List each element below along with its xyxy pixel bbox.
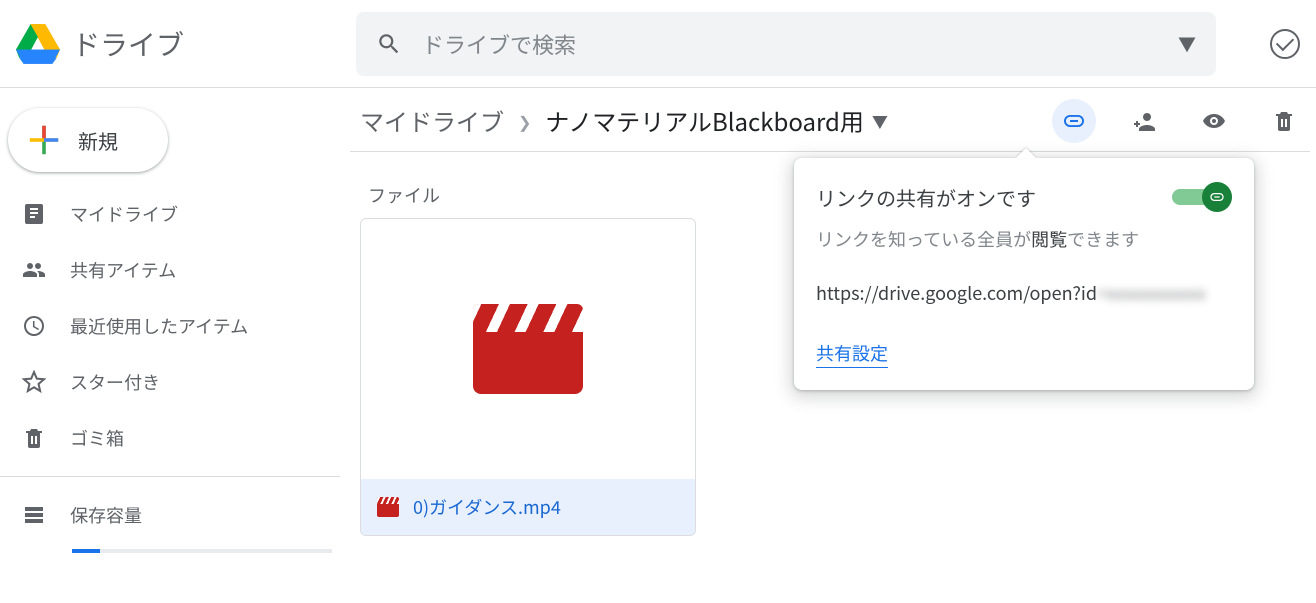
search-icon: [376, 31, 402, 57]
toolbar-actions: [1052, 99, 1306, 143]
popover-title: リンクの共有がオンです: [816, 183, 1036, 212]
share-settings-link[interactable]: 共有設定: [816, 340, 888, 368]
clock-icon: [22, 314, 46, 338]
sidebar-item-label: 最近使用したアイテム: [70, 313, 248, 339]
search-placeholder: ドライブで検索: [422, 28, 1158, 60]
sidebar-item-recent[interactable]: 最近使用したアイテム: [0, 298, 340, 354]
sidebar-item-shared[interactable]: 共有アイテム: [0, 242, 340, 298]
sidebar-item-storage[interactable]: 保存容量: [0, 487, 340, 543]
sidebar-item-starred[interactable]: スター付き: [0, 354, 340, 410]
sidebar-item-label: 保存容量: [70, 502, 142, 528]
link-icon: [1062, 109, 1086, 133]
breadcrumb-current[interactable]: ナノマテリアルBlackboard用 ▼: [545, 103, 887, 138]
link-sharing-popover: リンクの共有がオンです リンクを知っている全員が閲覧できます https://d…: [794, 158, 1254, 390]
sidebar-divider: [0, 476, 340, 477]
sidebar: 新規 マイドライブ 共有アイテム 最近使用したアイテム スター付き: [0, 88, 340, 603]
app-name: ドライブ: [72, 24, 184, 64]
preview-button[interactable]: [1192, 99, 1236, 143]
file-name: 0)ガイダンス.mp4: [413, 494, 561, 520]
trash-icon: [22, 426, 46, 450]
storage-icon: [22, 503, 46, 527]
sidebar-item-label: ゴミ箱: [70, 425, 124, 451]
sidebar-item-label: マイドライブ: [70, 201, 178, 227]
link-icon: [1209, 189, 1225, 205]
drive-logo-icon: [16, 24, 60, 64]
file-footer: 0)ガイダンス.mp4: [361, 479, 695, 535]
file-card[interactable]: 0)ガイダンス.mp4: [360, 218, 696, 536]
share-button[interactable]: [1122, 99, 1166, 143]
delete-button[interactable]: [1262, 99, 1306, 143]
sidebar-item-trash[interactable]: ゴミ箱: [0, 410, 340, 466]
search-options-caret-icon[interactable]: ▼: [1178, 31, 1196, 57]
sidebar-item-mydrive[interactable]: マイドライブ: [0, 186, 340, 242]
link-sharing-toggle[interactable]: [1172, 182, 1232, 212]
star-icon: [22, 370, 46, 394]
content-area: マイドライブ ❯ ナノマテリアルBlackboard用 ▼: [340, 88, 1316, 603]
person-add-icon: [1132, 109, 1156, 133]
shared-icon: [22, 258, 46, 282]
breadcrumb-label: ナノマテリアルBlackboard用: [545, 103, 863, 138]
caret-down-icon: ▼: [872, 109, 888, 133]
sidebar-item-label: 共有アイテム: [70, 257, 176, 283]
share-url[interactable]: https://drive.google.com/open?id=xxxxxxx…: [816, 280, 1232, 306]
search-input[interactable]: ドライブで検索 ▼: [356, 12, 1216, 76]
eye-icon: [1202, 109, 1226, 133]
sidebar-item-label: スター付き: [70, 369, 160, 395]
mydrive-icon: [22, 202, 46, 226]
file-preview: [361, 219, 695, 479]
breadcrumb-row: マイドライブ ❯ ナノマテリアルBlackboard用 ▼: [350, 88, 1310, 152]
chevron-right-icon: ❯: [518, 109, 531, 133]
logo-area[interactable]: ドライブ: [16, 24, 356, 64]
popover-subtext: リンクを知っている全員が閲覧できます: [816, 226, 1232, 252]
app-header: ドライブ ドライブで検索 ▼: [0, 0, 1316, 88]
plus-icon: [28, 124, 60, 156]
new-button[interactable]: 新規: [8, 108, 168, 172]
trash-icon: [1272, 109, 1296, 133]
breadcrumb-root[interactable]: マイドライブ: [360, 103, 504, 138]
breadcrumb-label: マイドライブ: [360, 103, 504, 138]
video-icon: [473, 304, 583, 394]
storage-meter: [72, 549, 332, 553]
get-link-button[interactable]: [1052, 99, 1096, 143]
offline-ready-icon[interactable]: [1270, 29, 1300, 59]
new-button-label: 新規: [78, 126, 118, 155]
video-icon: [377, 497, 399, 517]
